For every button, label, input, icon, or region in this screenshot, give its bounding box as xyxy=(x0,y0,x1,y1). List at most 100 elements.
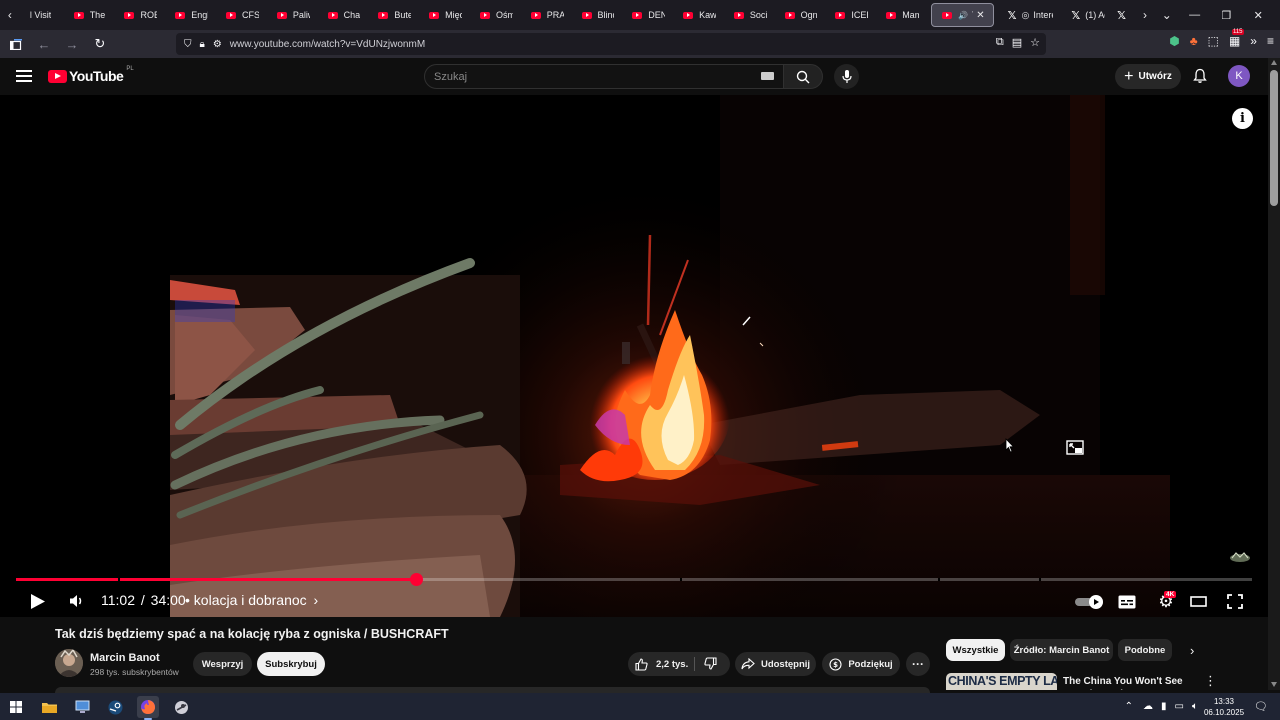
chip-related[interactable]: Podobne xyxy=(1118,639,1172,661)
scroll-down-arrow-icon[interactable] xyxy=(1271,682,1277,687)
browser-tab[interactable]: Mam xyxy=(876,0,927,30)
picture-in-picture-icon[interactable]: ⧉ xyxy=(996,36,1004,49)
settings-button[interactable]: ⚙ 4K xyxy=(1154,591,1178,611)
permissions-icon[interactable]: ⚙ xyxy=(213,39,222,50)
guide-menu-icon[interactable] xyxy=(16,70,32,82)
more-actions-button[interactable]: ··· xyxy=(906,652,930,676)
app-icon[interactable] xyxy=(170,696,192,718)
subscribe-button[interactable]: Subskrybuj xyxy=(257,652,325,676)
extension-fox-icon[interactable]: ♣ xyxy=(1190,34,1198,48)
network-icon[interactable]: ▭ xyxy=(1175,701,1184,712)
info-icon[interactable]: i xyxy=(1232,108,1253,129)
browser-tab[interactable]: Blind xyxy=(572,0,623,30)
page-scrollbar[interactable] xyxy=(1268,58,1280,690)
url-text[interactable]: www.youtube.com/watch?v=VdUNzjwonmM xyxy=(230,39,425,50)
browser-tab-active[interactable]: 🔊 Tak ✕ xyxy=(930,3,994,27)
youtube-logo[interactable]: YouTube PL xyxy=(48,66,134,84)
voice-search-button[interactable] xyxy=(834,64,859,89)
reader-view-icon[interactable]: ▤ xyxy=(1012,36,1022,49)
restore-icon[interactable]: ❐ xyxy=(1211,0,1243,30)
chips-next-chevron-icon[interactable]: › xyxy=(1190,643,1194,658)
browser-tab[interactable]: Paliw xyxy=(267,0,318,30)
theater-mode-icon[interactable] xyxy=(1190,596,1207,607)
forward-arrow-icon[interactable]: → xyxy=(60,32,84,56)
video-player[interactable]: i 11:02 / 34:00 • kolacja i dobranoc › ⚙… xyxy=(0,95,1268,617)
reload-icon[interactable]: ↻ xyxy=(88,32,112,56)
miniplayer-icon[interactable] xyxy=(1066,440,1084,456)
tray-overflow-chevron-icon[interactable]: ⌃ xyxy=(1125,701,1133,712)
dislike-button[interactable] xyxy=(704,657,717,673)
usb-device-icon[interactable]: ▮ xyxy=(1161,701,1167,712)
tab-close-icon[interactable]: ✕ xyxy=(976,10,984,21)
channel-name[interactable]: Marcin Banot xyxy=(90,652,160,664)
browser-tab[interactable]: Butel xyxy=(368,0,419,30)
scroll-up-arrow-icon[interactable] xyxy=(1271,60,1277,65)
taskbar-clock[interactable]: 13:33 06.10.2025 xyxy=(1204,696,1244,718)
bookmark-star-icon[interactable]: ☆ xyxy=(1030,36,1040,49)
chip-all[interactable]: Wszystkie xyxy=(946,639,1005,661)
more-tools-chevron-icon[interactable]: » xyxy=(1250,34,1257,48)
tabs-scroll-left-icon[interactable]: ‹ xyxy=(0,0,20,30)
app-menu-icon[interactable]: ≡ xyxy=(1267,34,1274,48)
browser-tab[interactable]: Międz xyxy=(419,0,470,30)
subtitles-icon[interactable] xyxy=(1118,595,1136,609)
control-panel-icon[interactable] xyxy=(71,696,93,718)
extension-badge-icon[interactable]: ▦ 115 xyxy=(1229,29,1244,48)
search-button[interactable] xyxy=(783,64,823,89)
channel-avatar[interactable] xyxy=(55,649,83,677)
account-avatar[interactable]: K xyxy=(1228,65,1250,87)
back-arrow-icon[interactable]: ← xyxy=(32,32,56,56)
speaker-volume-icon[interactable]: 🔈︎ xyxy=(1192,701,1198,712)
autoplay-toggle-icon[interactable] xyxy=(1075,595,1105,609)
minimize-icon[interactable]: — xyxy=(1179,0,1211,30)
recommended-more-vertical-icon[interactable]: ⋮ xyxy=(1204,673,1217,689)
browser-tab[interactable]: Charl xyxy=(318,0,369,30)
list-all-tabs-chevron-down-icon[interactable]: ⌄ xyxy=(1155,0,1179,30)
shield-icon[interactable]: ⛉ xyxy=(184,39,192,50)
thanks-button[interactable]: $ Podziękuj xyxy=(822,652,900,676)
recommended-video-thumbnail[interactable]: CHINA'S EMPTY LANDS xyxy=(946,673,1057,690)
browser-tab[interactable]: ICEBE xyxy=(825,0,876,30)
create-button[interactable]: + Utwórz xyxy=(1115,64,1181,89)
chip-from-channel[interactable]: Źródło: Marcin Banot xyxy=(1010,639,1113,661)
progress-bar[interactable] xyxy=(16,573,1252,586)
onedrive-cloud-icon[interactable]: ☁ xyxy=(1143,701,1153,712)
browser-tab[interactable]: 𝕏 (1) Ad xyxy=(1061,0,1113,30)
browser-tab[interactable]: l Visit xyxy=(20,0,64,30)
channel-watermark-icon[interactable] xyxy=(1228,550,1252,564)
chapter-title-button[interactable]: • kolacja i dobranoc › xyxy=(185,592,318,608)
share-button[interactable]: Udostępnij xyxy=(735,652,816,676)
notifications-icon[interactable]: 🗨︎ xyxy=(1254,700,1268,713)
browser-tab[interactable]: 𝕏 xyxy=(1113,0,1135,30)
browser-tab[interactable]: Social xyxy=(724,0,775,30)
browser-tab[interactable]: Ognis xyxy=(775,0,826,30)
browser-tab[interactable]: DENI xyxy=(622,0,673,30)
play-icon[interactable] xyxy=(30,593,46,610)
file-explorer-icon[interactable] xyxy=(38,696,60,718)
browser-tab[interactable]: 𝕏 ◎Intere xyxy=(998,0,1062,30)
fullscreen-icon[interactable] xyxy=(1227,594,1243,609)
browser-tab[interactable]: The G xyxy=(64,0,115,30)
extension-shield-icon[interactable]: ⬢ xyxy=(1169,34,1179,48)
volume-icon[interactable] xyxy=(69,594,85,608)
recommended-video-title[interactable]: The China You Won't See Anywhere Else xyxy=(1063,675,1193,690)
browser-tab[interactable]: Englan xyxy=(165,0,216,30)
address-bar[interactable]: ⛉ 🔒︎ ⚙ www.youtube.com/watch?v=VdUNzjwon… xyxy=(176,33,1046,55)
like-button[interactable]: 2,2 tys. xyxy=(635,657,688,671)
steam-icon[interactable] xyxy=(104,696,126,718)
keyboard-icon[interactable] xyxy=(761,72,774,80)
browser-tab[interactable]: PRAW xyxy=(521,0,572,30)
close-window-icon[interactable]: ✕ xyxy=(1242,0,1274,30)
speaker-icon[interactable]: 🔊 xyxy=(958,11,968,20)
firefox-icon[interactable] xyxy=(137,696,159,720)
browser-tab[interactable]: Kawal xyxy=(673,0,724,30)
extensions-puzzle-icon[interactable]: ⬚ xyxy=(1208,34,1219,48)
notifications-bell-icon[interactable] xyxy=(1192,68,1208,84)
search-input[interactable]: Szukaj xyxy=(424,64,784,89)
sidebar-toggle-icon[interactable] xyxy=(4,32,28,56)
browser-tab[interactable]: ROBIN xyxy=(114,0,165,30)
support-button[interactable]: Wesprzyj xyxy=(193,652,252,676)
scrollbar-thumb[interactable] xyxy=(1270,70,1278,206)
lock-icon[interactable]: 🔒︎ xyxy=(200,39,205,50)
browser-tab[interactable]: Ośmi xyxy=(470,0,521,30)
